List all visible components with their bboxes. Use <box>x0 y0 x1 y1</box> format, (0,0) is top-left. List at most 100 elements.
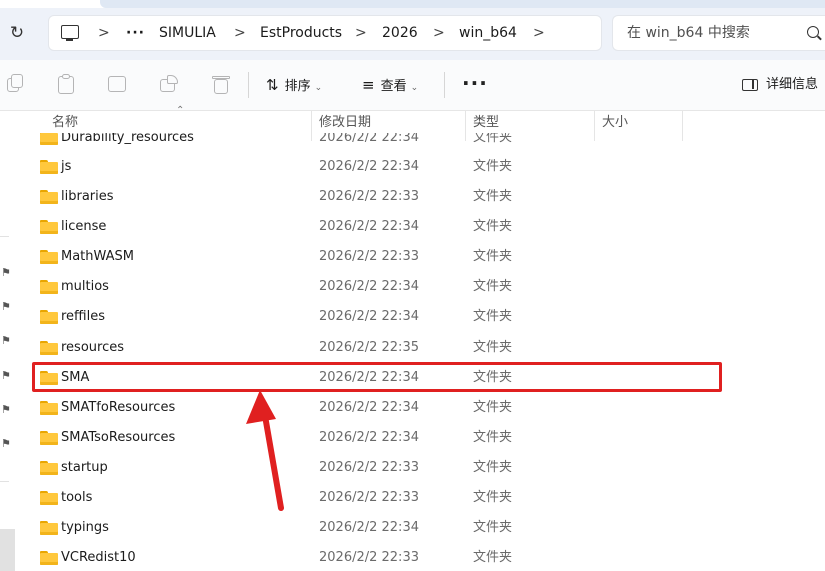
list-item[interactable]: VCRedist10 2026/2/2 22:33 文件夹 <box>18 543 825 568</box>
address-bar[interactable]: > ··· SIMULIA > EstProducts > 2026 > win… <box>48 15 602 51</box>
column-type[interactable]: 类型 <box>473 109 499 139</box>
this-pc-icon[interactable] <box>61 25 79 41</box>
item-date: 2026/2/2 22:33 <box>319 550 419 565</box>
item-type: 文件夹 <box>473 249 513 264</box>
column-size[interactable]: 大小 <box>602 109 628 139</box>
more-options-button[interactable]: ··· <box>462 60 488 110</box>
search-icon[interactable] <box>807 26 819 38</box>
item-type: 文件夹 <box>473 309 513 324</box>
folder-icon <box>40 160 58 174</box>
column-divider[interactable] <box>311 111 312 141</box>
nav-scrollbar-thumb[interactable] <box>0 529 15 571</box>
folder-icon <box>40 250 58 264</box>
item-date: 2026/2/2 22:34 <box>319 159 419 174</box>
view-button[interactable]: ≡ 查看 ⌄ <box>362 60 418 110</box>
toolbar-divider <box>248 72 249 98</box>
folder-icon <box>40 461 58 475</box>
item-name: tools <box>61 490 93 505</box>
item-name: resources <box>61 340 125 355</box>
item-date: 2026/2/2 22:33 <box>319 189 419 204</box>
list-item[interactable]: resources 2026/2/2 22:35 文件夹 <box>18 333 825 363</box>
item-type: 文件夹 <box>473 159 513 174</box>
list-item[interactable]: SMATsoResources 2026/2/2 22:34 文件夹 <box>18 423 825 453</box>
column-name[interactable]: 名称 <box>52 109 78 139</box>
list-item[interactable]: Durability_resources 2026/2/2 22:34 文件夹 <box>18 131 825 153</box>
list-item[interactable]: reffiles 2026/2/2 22:34 文件夹 <box>18 302 825 332</box>
folder-icon <box>40 220 58 234</box>
share-icon[interactable] <box>159 74 179 94</box>
view-icon: ≡ <box>362 76 375 94</box>
chevron-right-icon[interactable]: > <box>533 16 545 50</box>
item-name: Durability_resources <box>61 131 194 145</box>
chevron-right-icon[interactable]: > <box>98 16 110 50</box>
sort-icon: ⇅ <box>266 76 279 94</box>
search-input[interactable]: 在 win_b64 中搜索 <box>612 15 825 51</box>
highlight-annotation-box <box>32 362 722 392</box>
list-item[interactable]: startup 2026/2/2 22:33 文件夹 <box>18 453 825 483</box>
details-pane-icon <box>742 78 758 91</box>
chevron-right-icon[interactable]: > <box>433 16 445 50</box>
item-date: 2026/2/2 22:33 <box>319 249 419 264</box>
breadcrumb-estproducts[interactable]: EstProducts <box>260 16 342 50</box>
folder-icon <box>40 310 58 324</box>
copy-icon[interactable] <box>5 74 25 94</box>
pin-icon[interactable]: ⚑ <box>1 438 13 450</box>
delete-icon[interactable] <box>211 74 231 94</box>
item-type: 文件夹 <box>473 189 513 204</box>
breadcrumb-simulia[interactable]: SIMULIA <box>159 16 216 50</box>
title-strip <box>0 0 825 8</box>
item-name: startup <box>61 460 108 475</box>
list-item[interactable]: tools 2026/2/2 22:33 文件夹 <box>18 483 825 513</box>
list-item[interactable]: SMATfoResources 2026/2/2 22:34 文件夹 <box>18 393 825 423</box>
folder-icon <box>40 341 58 355</box>
item-type: 文件夹 <box>473 400 513 415</box>
search-placeholder: 在 win_b64 中搜索 <box>627 25 750 41</box>
address-row: ↻ > ··· SIMULIA > EstProducts > 2026 > w… <box>0 8 825 60</box>
refresh-icon[interactable]: ↻ <box>6 22 28 44</box>
folder-icon <box>40 431 58 445</box>
item-type: 文件夹 <box>473 550 513 565</box>
item-type: 文件夹 <box>473 340 513 355</box>
details-pane-button[interactable]: 详细信息 <box>742 60 818 110</box>
item-name: multios <box>61 279 109 294</box>
item-date: 2026/2/2 22:34 <box>319 430 419 445</box>
toolbar-divider <box>444 72 445 98</box>
folder-icon <box>40 551 58 565</box>
item-type: 文件夹 <box>473 279 513 294</box>
paste-icon[interactable] <box>56 74 76 94</box>
sort-label: 排序 <box>284 79 311 94</box>
pin-icon[interactable]: ⚑ <box>1 335 13 347</box>
sort-button[interactable]: ⇅ 排序 ⌄ <box>266 60 322 110</box>
navigation-pane[interactable]: ⚑ ⚑ ⚑ ⚑ ⚑ ⚑ <box>0 111 18 571</box>
item-name: libraries <box>61 189 114 204</box>
list-item[interactable]: multios 2026/2/2 22:34 文件夹 <box>18 272 825 302</box>
rename-icon[interactable] <box>107 74 127 94</box>
item-type: 文件夹 <box>473 219 513 234</box>
column-divider[interactable] <box>465 111 466 141</box>
breadcrumb-win-b64[interactable]: win_b64 <box>459 16 517 50</box>
folder-icon <box>40 491 58 505</box>
list-item[interactable]: libraries 2026/2/2 22:33 文件夹 <box>18 182 825 212</box>
pin-icon[interactable]: ⚑ <box>1 301 13 313</box>
item-name: VCRedist10 <box>61 550 136 565</box>
item-name: js <box>61 159 72 174</box>
pin-icon[interactable]: ⚑ <box>1 267 13 279</box>
item-type: 文件夹 <box>473 430 513 445</box>
pin-icon[interactable]: ⚑ <box>1 370 13 382</box>
nav-divider <box>0 481 9 482</box>
column-divider[interactable] <box>682 111 683 141</box>
breadcrumb-overflow[interactable]: ··· <box>126 16 145 50</box>
column-divider[interactable] <box>594 111 595 141</box>
chevron-right-icon[interactable]: > <box>355 16 367 50</box>
chevron-down-icon: ⌄ <box>314 83 323 93</box>
list-item[interactable]: js 2026/2/2 22:34 文件夹 <box>18 152 825 182</box>
list-item[interactable]: typings 2026/2/2 22:34 文件夹 <box>18 513 825 543</box>
breadcrumb-2026[interactable]: 2026 <box>382 16 418 50</box>
folder-icon <box>40 401 58 415</box>
pin-icon[interactable]: ⚑ <box>1 404 13 416</box>
list-item[interactable]: license 2026/2/2 22:34 文件夹 <box>18 212 825 242</box>
item-type: 文件夹 <box>473 490 513 505</box>
column-modified[interactable]: 修改日期 <box>319 109 371 139</box>
list-item[interactable]: MathWASM 2026/2/2 22:33 文件夹 <box>18 242 825 272</box>
chevron-right-icon[interactable]: > <box>234 16 246 50</box>
